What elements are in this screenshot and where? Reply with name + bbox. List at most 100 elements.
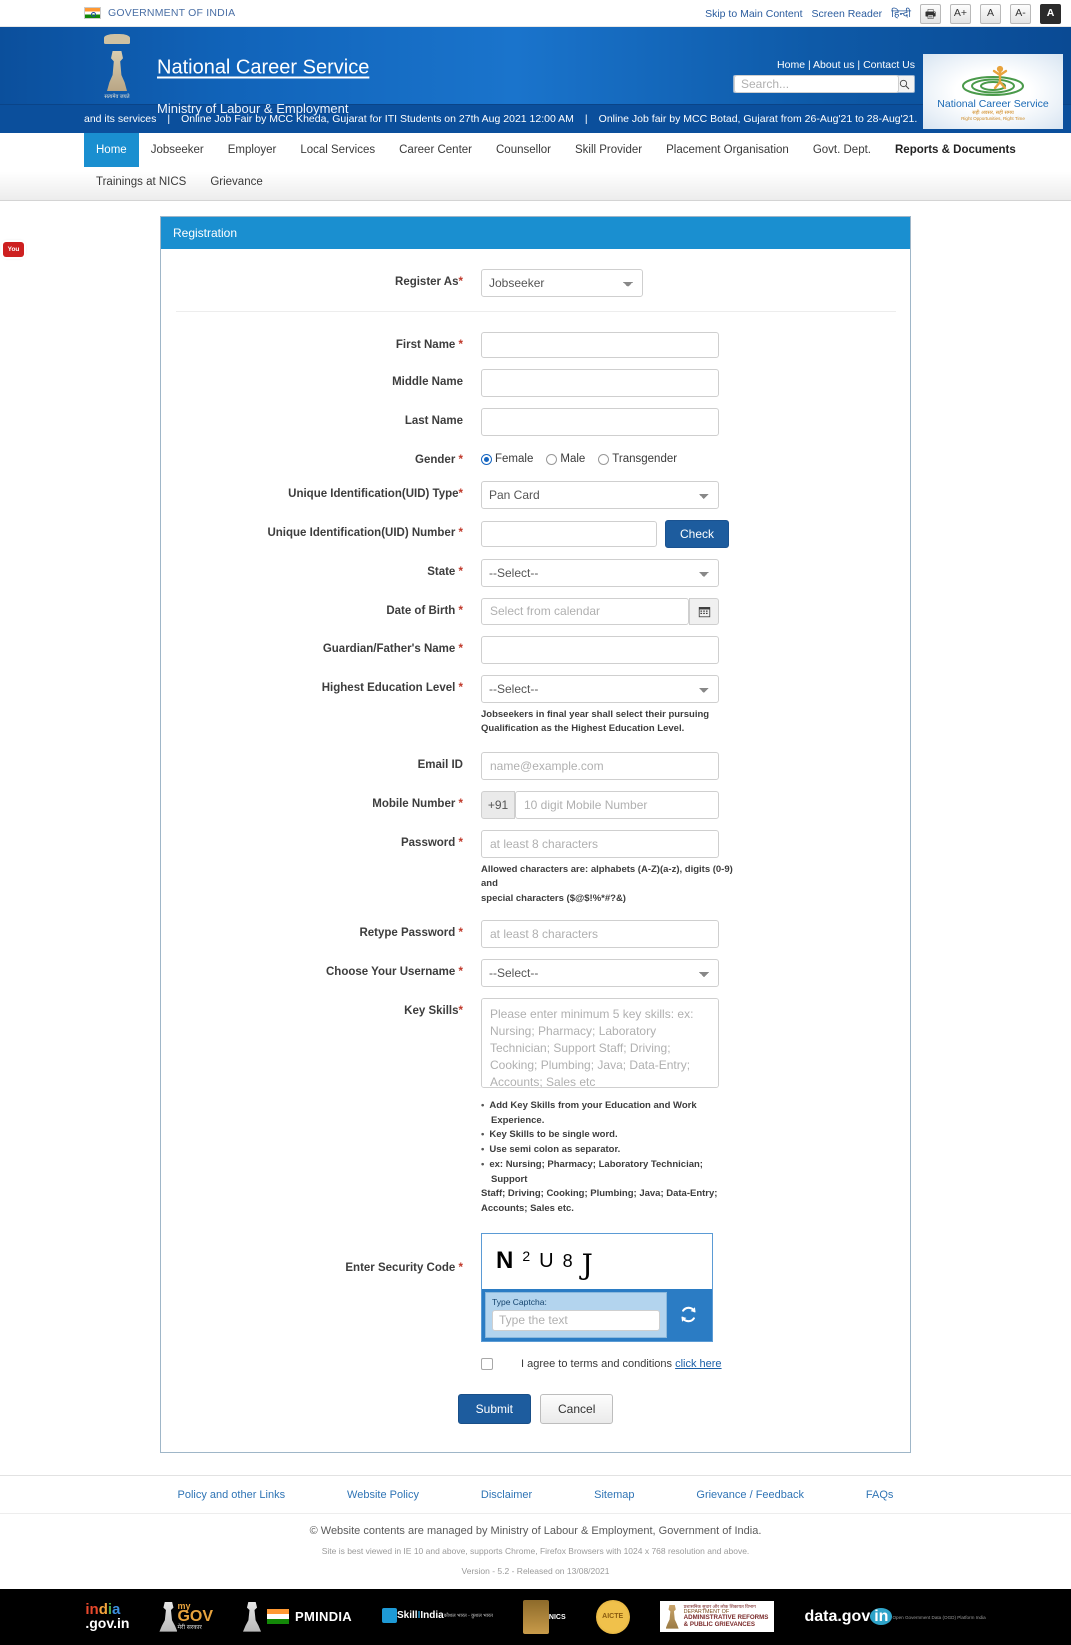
font-decrease-button[interactable]: A-	[1010, 3, 1031, 24]
nav-row-secondary: Trainings at NICS Grievance	[84, 167, 1071, 198]
font-normal-button[interactable]: A	[980, 3, 1001, 24]
youtube-icon[interactable]: You	[3, 242, 24, 257]
gender-label-male: Male	[560, 453, 586, 466]
footer-link-faqs[interactable]: FAQs	[866, 1489, 894, 1501]
nav-item-employer[interactable]: Employer	[216, 133, 289, 167]
footer-links: Policy and other Links Website Policy Di…	[0, 1474, 1071, 1513]
guardian-name-input[interactable]	[481, 635, 719, 664]
state-select[interactable]: --Select--	[481, 558, 719, 587]
footer-version: Version - 5.2 - Released on 13/08/2021	[461, 1565, 610, 1576]
search-box[interactable]	[733, 75, 915, 93]
uid-type-select[interactable]: Pan Card	[481, 480, 719, 509]
font-increase-button[interactable]: A+	[950, 3, 971, 24]
nav-item-skill-provider[interactable]: Skill Provider	[563, 133, 654, 167]
search-input[interactable]	[734, 75, 899, 93]
nav-item-jobseeker[interactable]: Jobseeker	[139, 133, 216, 167]
logo-darpg[interactable]: प्रशासनिक सुधार और लोक शिकायत विभाग DEPA…	[659, 1601, 775, 1633]
logo-aicte[interactable]: AICTE	[595, 1599, 630, 1634]
terms-checkbox[interactable]	[481, 1357, 493, 1370]
required-marker: *	[458, 837, 463, 850]
logo-nics[interactable]: NICS	[522, 1599, 566, 1634]
header-link-home[interactable]: Home	[777, 59, 805, 71]
calendar-icon[interactable]	[689, 597, 719, 625]
highest-education-select[interactable]: --Select--	[481, 674, 719, 703]
footer-link-sitemap[interactable]: Sitemap	[594, 1489, 634, 1501]
row-register-as: Register As* Jobseeker	[161, 269, 910, 298]
row-security-code: Enter Security Code * N 2 U 8 J Type Cap	[161, 1232, 910, 1342]
nav-item-home[interactable]: Home	[84, 133, 139, 167]
nav-item-reports-documents[interactable]: Reports & Documents	[883, 133, 1028, 167]
gender-option-transgender[interactable]: Transgender	[598, 453, 677, 465]
radio-female[interactable]	[481, 453, 492, 465]
refresh-icon[interactable]	[667, 1292, 709, 1338]
terms-click-here-link[interactable]: click here	[675, 1358, 721, 1370]
submit-button[interactable]: Submit	[457, 1393, 531, 1424]
cancel-button[interactable]: Cancel	[540, 1393, 614, 1424]
screen-reader-link[interactable]: Screen Reader	[812, 8, 883, 20]
nav-item-counsellor[interactable]: Counsellor	[484, 133, 563, 167]
required-marker: *	[458, 1004, 463, 1017]
mobile-number-input[interactable]	[515, 791, 719, 820]
last-name-input[interactable]	[481, 408, 719, 437]
date-of-birth-input[interactable]	[481, 597, 689, 625]
uid-number-input[interactable]	[481, 520, 657, 547]
footer-link-policy-and-other-links[interactable]: Policy and other Links	[178, 1489, 286, 1501]
high-contrast-button[interactable]: A	[1040, 3, 1061, 24]
header-link-about[interactable]: About us	[813, 59, 854, 71]
site-header: सत्यमेव जयते National Career Service Min…	[0, 27, 1071, 129]
required-marker: *	[458, 965, 463, 978]
terms-text: I agree to terms and conditions click he…	[521, 1358, 722, 1370]
ncs-logo: National Career Service सही अवसर, सही सम…	[923, 54, 1063, 129]
gender-option-female[interactable]: Female	[481, 453, 533, 465]
ncs-logo-tagline-en: Right Opportunities, Right Time	[961, 115, 1025, 121]
terms-label: I agree to terms and conditions	[521, 1357, 673, 1370]
uid-number-group: Check	[481, 519, 910, 548]
emblem-icon-mygov	[159, 1601, 178, 1632]
radio-transgender[interactable]	[598, 453, 610, 465]
footer-link-disclaimer[interactable]: Disclaimer	[481, 1489, 532, 1501]
skip-to-main-content-link[interactable]: Skip to Main Content	[705, 8, 802, 20]
india-logo-part4: a	[112, 1600, 121, 1618]
radio-male[interactable]	[546, 453, 558, 465]
site-title[interactable]: National Career Service	[157, 57, 369, 80]
nav-item-grievance[interactable]: Grievance	[198, 167, 274, 198]
skill-india-part1: Skill	[397, 1610, 418, 1622]
nav-item-career-center[interactable]: Career Center	[387, 133, 484, 167]
required-marker: *	[458, 926, 463, 939]
logo-data-gov-in[interactable]: data.gov in Open Government Data (OGD) Pl…	[804, 1607, 986, 1626]
required-marker: *	[458, 276, 463, 289]
gender-option-male[interactable]: Male	[546, 453, 585, 465]
hindi-language-link[interactable]: हिन्दी	[891, 7, 911, 21]
logo-skill-india[interactable]: SkillIIndia कौशल भारत - कुशल भारत	[382, 1608, 493, 1625]
password-input[interactable]	[481, 830, 719, 859]
uid-check-button[interactable]: Check	[665, 519, 730, 548]
logo-mygov[interactable]: my GOV मेरी सरकार	[159, 1601, 213, 1632]
header-link-contact[interactable]: Contact Us	[863, 59, 915, 71]
footer-link-grievance-feedback[interactable]: Grievance / Feedback	[696, 1489, 804, 1501]
nav-item-local-services[interactable]: Local Services	[288, 133, 387, 167]
middle-name-input[interactable]	[481, 369, 719, 398]
printer-icon[interactable]: 🖶	[920, 3, 941, 24]
label-register-as: Register As*	[395, 276, 463, 289]
email-input[interactable]	[481, 752, 719, 781]
captcha-input[interactable]	[492, 1309, 660, 1331]
nav-item-govt-dept[interactable]: Govt. Dept.	[801, 133, 883, 167]
key-skills-hint-1: Add Key Skills from your Education and W…	[481, 1099, 727, 1128]
row-state: State * --Select--	[161, 558, 910, 587]
row-guardian-name: Guardian/Father's Name *	[161, 635, 910, 664]
logo-pmindia[interactable]: PMINDIA	[243, 1601, 352, 1632]
footer-link-website-policy[interactable]: Website Policy	[347, 1489, 419, 1501]
key-skills-textarea[interactable]	[481, 997, 719, 1088]
key-skills-hint-4: ex: Nursing; Pharmacy; Laboratory Techni…	[481, 1158, 727, 1187]
username-select[interactable]: --Select--	[481, 958, 719, 987]
search-icon[interactable]	[899, 79, 914, 90]
nav-item-trainings-at-nics[interactable]: Trainings at NICS	[84, 167, 198, 198]
first-name-input[interactable]	[481, 332, 719, 359]
nav-row-primary: Home Jobseeker Employer Local Services C…	[84, 133, 1071, 167]
register-as-select[interactable]: Jobseeker	[481, 269, 643, 298]
row-last-name: Last Name	[161, 408, 910, 437]
logo-india-gov-in[interactable]: india .gov.in	[85, 1600, 129, 1631]
retype-password-input[interactable]	[481, 919, 719, 948]
nav-item-placement-organisation[interactable]: Placement Organisation	[654, 133, 801, 167]
emblem-icon-darpg	[665, 1604, 679, 1629]
